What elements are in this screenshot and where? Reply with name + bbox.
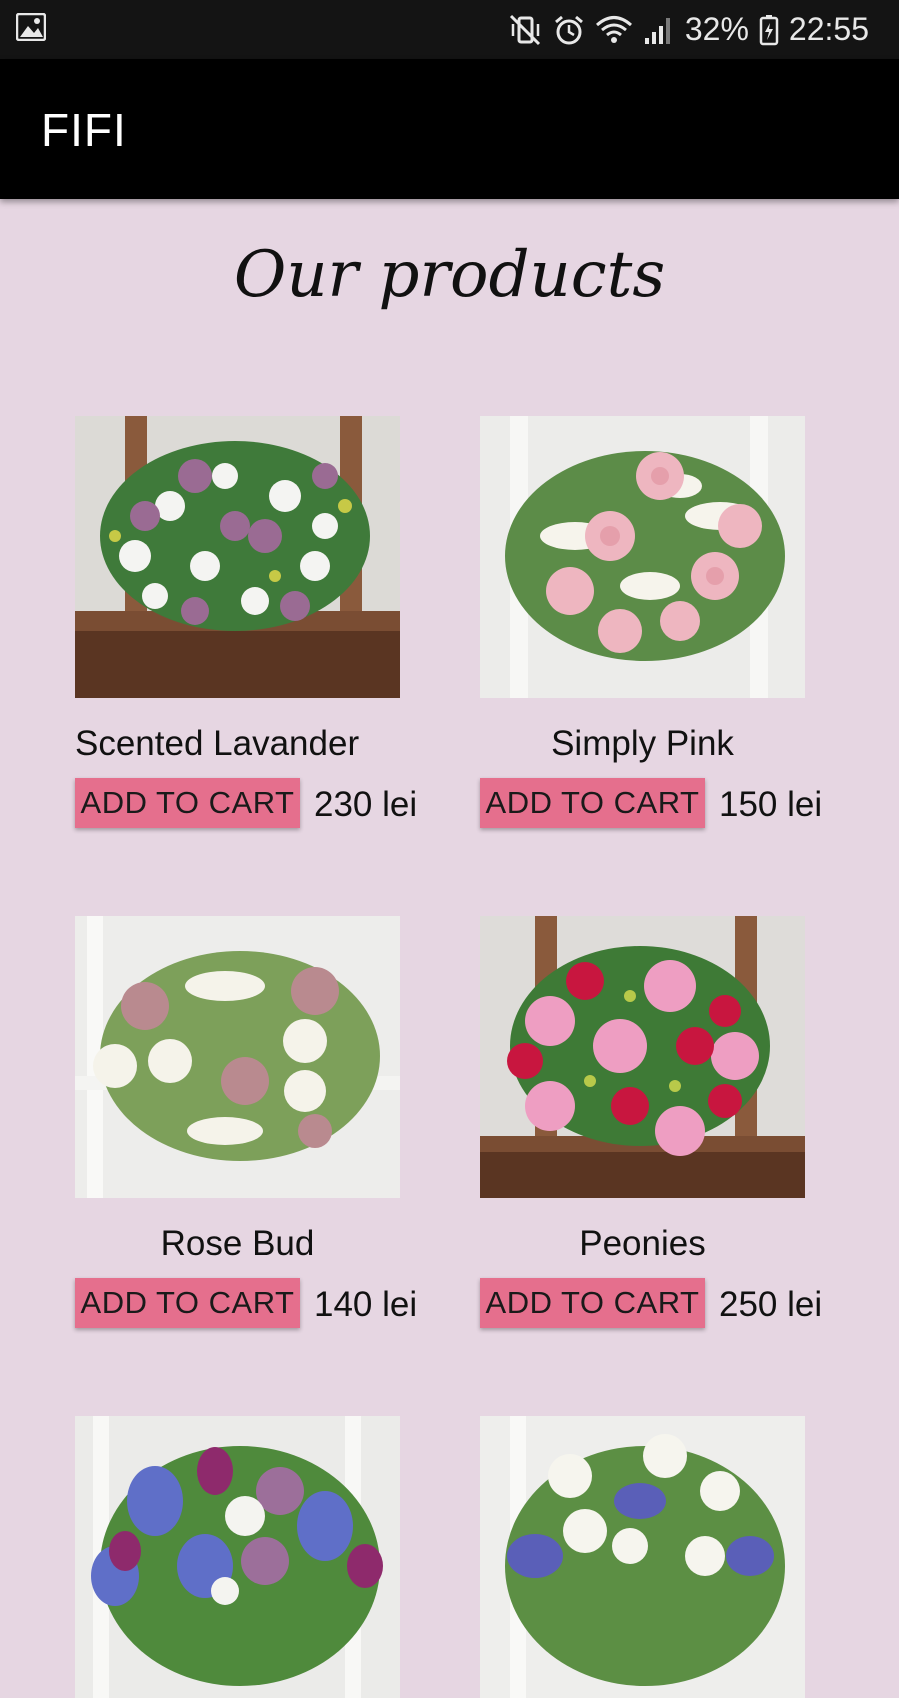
mute-vibrate-icon: [509, 14, 543, 46]
gallery-icon: [15, 12, 47, 46]
add-to-cart-button[interactable]: ADD TO CART: [75, 1278, 300, 1328]
wifi-icon: [595, 14, 633, 46]
add-to-cart-button[interactable]: ADD TO CART: [480, 778, 705, 828]
product-price: 250 lei: [719, 1285, 823, 1324]
product-price: 140 lei: [314, 1285, 418, 1324]
product-image-peonies[interactable]: [480, 916, 805, 1198]
clock: 22:55: [788, 11, 869, 47]
product-image-rose-bud[interactable]: [75, 916, 400, 1198]
signal-icon: [643, 14, 675, 46]
product-name: Peonies: [579, 1224, 706, 1263]
battery-charging-icon: [759, 14, 779, 46]
status-bar: 32% 22:55: [0, 0, 899, 59]
app-title: FIFI: [41, 104, 127, 156]
product-name: Simply Pink: [551, 724, 734, 763]
product-image-simply-pink[interactable]: [480, 416, 805, 698]
product-name: Scented Lavander: [75, 724, 360, 763]
product-price: 150 lei: [719, 785, 823, 824]
product-image-scented-lavander[interactable]: [75, 416, 400, 698]
product-price: 230 lei: [314, 785, 418, 824]
app-bar: FIFI: [0, 59, 899, 199]
page-heading: Our products: [233, 238, 666, 312]
product-image-white-blue-bouquet[interactable]: [480, 1416, 805, 1698]
add-to-cart-button[interactable]: ADD TO CART: [480, 1278, 705, 1328]
add-to-cart-button[interactable]: ADD TO CART: [75, 778, 300, 828]
product-name: Rose Bud: [160, 1224, 315, 1263]
battery-percent: 32%: [684, 11, 749, 47]
product-image-blue-purple-bouquet[interactable]: [75, 1416, 400, 1698]
alarm-icon: [553, 14, 585, 46]
